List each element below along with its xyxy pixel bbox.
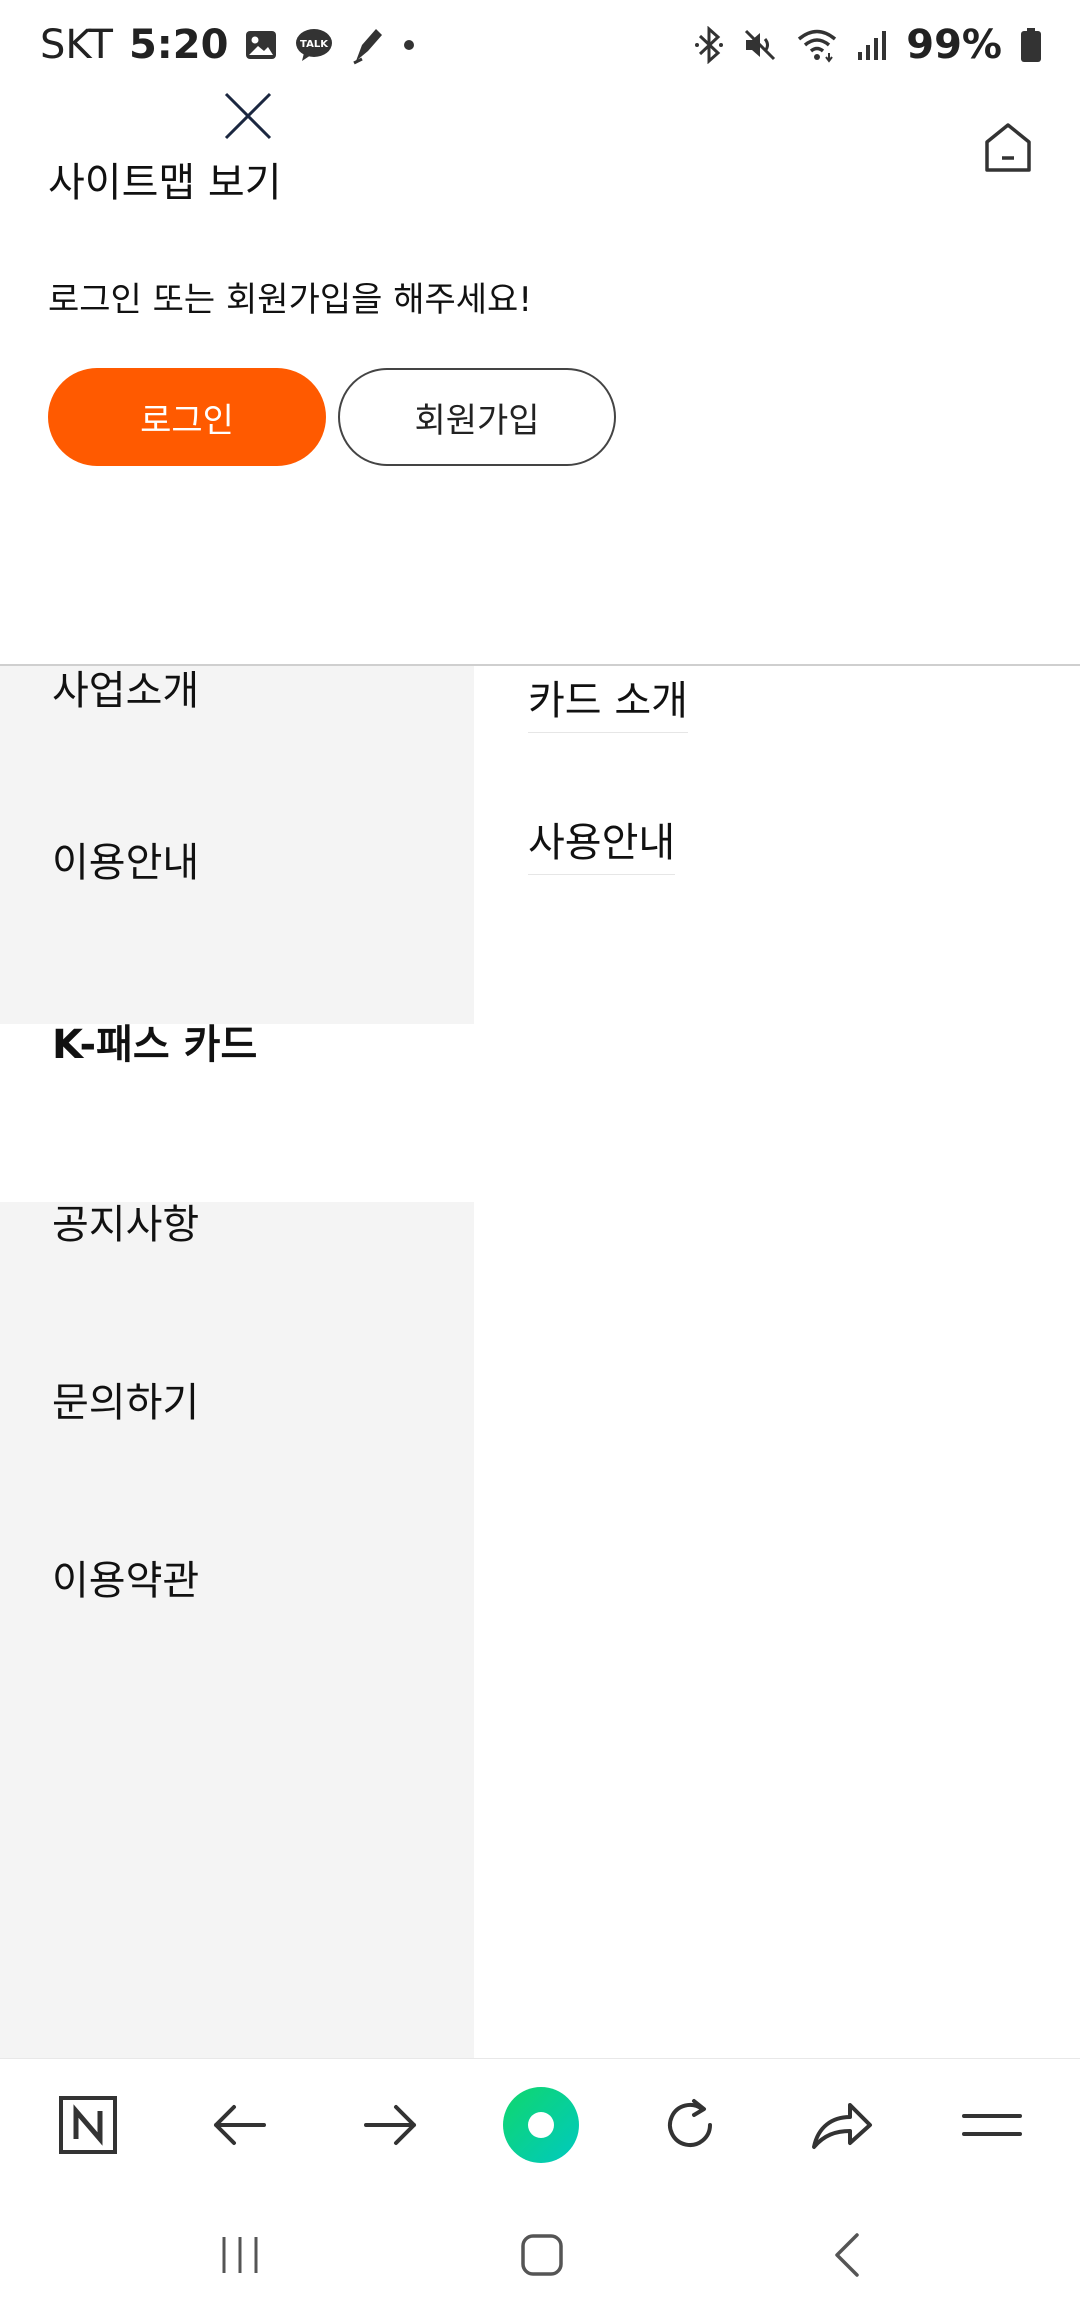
sitemap-item-kpass-card[interactable]: K-패스 카드 [0,1022,474,1202]
green-circle-icon [503,2087,579,2163]
back-button[interactable] [190,2075,290,2175]
carrier-label: SKT [40,22,113,68]
image-notification-icon [244,28,278,62]
naver-n-icon [59,2096,117,2154]
clock: 5:20 [128,22,229,68]
home-icon [985,123,1031,172]
menu-icon [962,2114,1022,2136]
refresh-icon [668,2099,712,2147]
home-icon [521,2234,563,2276]
recent-apps-button[interactable] [190,2210,290,2300]
pen-app-icon [350,25,386,65]
wifi-icon [796,27,838,63]
svg-text:TALK: TALK [301,39,330,50]
sitemap-item-label: 사업소개 [52,668,200,714]
bluetooth-icon [694,26,724,64]
battery-percent: 99% [906,22,1002,68]
sitemap-item-inquiry[interactable]: 문의하기 [0,1356,474,1534]
status-left: SKT 5:20 TALK [40,22,416,68]
sitemap-item-usage[interactable]: 이용안내 [0,814,474,992]
notification-dot-icon [402,38,416,52]
submenu-card-intro[interactable]: 카드 소개 [528,668,688,733]
refresh-button[interactable] [640,2075,740,2175]
sitemap-item-label: 이용안내 [52,840,200,886]
submenu-usage-guide[interactable]: 사용안내 [528,810,676,875]
status-bar: SKT 5:20 TALK 99% [0,0,1080,96]
sitemap-item-business[interactable]: 사업소개 [0,628,474,806]
recent-apps-icon [222,2237,258,2273]
status-right: 99% [694,22,1042,68]
green-dot-button[interactable] [491,2075,591,2175]
system-nav-bar [0,2190,1080,2316]
close-button[interactable] [220,88,276,144]
battery-icon [1020,27,1042,63]
forward-button[interactable] [340,2075,440,2175]
login-prompt: 로그인 또는 회원가입을 해주세요! [48,280,532,320]
system-home-button[interactable] [492,2210,592,2300]
sitemap-item-terms[interactable]: 이용약관 [0,1534,474,1712]
sitemap-item-label: K-패스 카드 [52,1022,258,1068]
share-icon [812,2103,872,2149]
kakaotalk-icon: TALK [294,27,334,63]
system-back-button[interactable] [796,2210,896,2300]
page-title: 사이트맵 보기 [48,160,282,206]
mute-icon [742,27,778,63]
login-button[interactable]: 로그인 [48,368,326,466]
back-icon [835,2233,859,2277]
sitemap-item-label: 문의하기 [52,1380,200,1426]
naver-home-button[interactable] [38,2075,138,2175]
menu-button[interactable] [942,2075,1042,2175]
forward-arrow-icon [364,2105,416,2145]
sitemap-item-label: 이용약관 [52,1558,200,1604]
signup-button[interactable]: 회원가입 [338,368,616,466]
share-button[interactable] [792,2075,892,2175]
sitemap-item-label: 공지사항 [52,1202,200,1248]
signal-icon [856,28,888,62]
back-arrow-icon [214,2105,266,2145]
home-button[interactable] [982,120,1034,176]
close-icon [224,92,272,140]
sitemap-item-notice[interactable]: 공지사항 [0,1180,474,1358]
browser-toolbar [0,2058,1080,2191]
